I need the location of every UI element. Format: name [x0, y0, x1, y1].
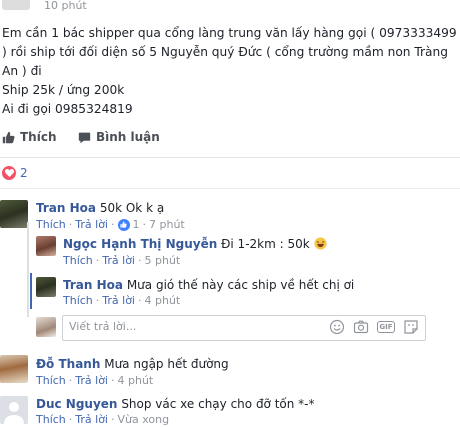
- comment-text: Mưa ngập hết đường: [104, 357, 229, 371]
- poster-avatar[interactable]: [2, 0, 30, 10]
- comment-reply-link[interactable]: Trả lời: [75, 374, 108, 387]
- comment-meta: Thích · Trả lời · Vừa xong: [36, 413, 170, 426]
- comment-meta: Thích · Trả lời · 4 phút: [63, 294, 181, 307]
- like-button[interactable]: Thích: [2, 130, 57, 144]
- thumbs-up-icon: [2, 131, 15, 143]
- comment-time[interactable]: 4 phút: [145, 294, 181, 307]
- comment-reply-link[interactable]: Trả lời: [75, 413, 108, 426]
- comment-label: Bình luận: [96, 130, 160, 144]
- comment-reply-link[interactable]: Trả lời: [102, 294, 135, 307]
- comment-meta: Thích · Trả lời · 4 phút: [36, 374, 154, 387]
- comment: Đỗ Thanh Mưa ngập hết đường: [36, 356, 229, 372]
- post-line: ) rồi ship tới đối diện số 5 Nguyễn quý …: [2, 45, 448, 59]
- post-header: 10 phút: [0, 0, 460, 14]
- reply-input[interactable]: Viết trả lời... GIF: [62, 315, 426, 341]
- comment-text: Đi 1-2km : 50k: [221, 237, 310, 251]
- like-label: Thích: [20, 130, 57, 144]
- comment-like-link[interactable]: Thích: [36, 413, 66, 426]
- comment-time[interactable]: 7 phút: [149, 218, 185, 231]
- comment-like-link[interactable]: Thích: [36, 374, 66, 387]
- comment-like-link[interactable]: Thích: [63, 254, 93, 267]
- comment-like-count[interactable]: 1: [133, 218, 140, 231]
- emoji-icon[interactable]: [329, 319, 345, 335]
- camera-icon[interactable]: [353, 319, 369, 335]
- post-timestamp[interactable]: 10 phút: [44, 0, 87, 12]
- reaction-count: 2: [20, 166, 28, 180]
- comment-button[interactable]: Bình luận: [78, 130, 160, 144]
- divider: [0, 157, 460, 158]
- comment-like-link[interactable]: Thích: [36, 218, 66, 231]
- comment-meta: Thích · Trả lời · 5 phút: [63, 254, 181, 267]
- comment-author[interactable]: Tran Hoa: [63, 278, 123, 292]
- comment-meta: Thích · Trả lời · 1 · 7 phút: [36, 218, 185, 231]
- comment-author[interactable]: Tran Hoa: [36, 201, 96, 215]
- comment: Duc Nguyen Shop vác xe chạy cho đỡ tốn *…: [36, 396, 315, 412]
- comment-text: Shop vác xe chạy cho đỡ tốn *-*: [121, 397, 315, 411]
- reply-placeholder: Viết trả lời...: [69, 320, 137, 333]
- comment-reply-link[interactable]: Trả lời: [102, 254, 135, 267]
- reaction-summary[interactable]: 2: [2, 164, 28, 182]
- comment-text: Mưa gió thế này các ship về hết chị ơi: [126, 278, 355, 292]
- post-body: Em cần 1 bác shipper qua cổng làng trung…: [2, 24, 457, 119]
- comment-time[interactable]: Vừa xong: [118, 413, 170, 426]
- post-line: Em cần 1 bác shipper qua cổng làng trung…: [2, 26, 457, 40]
- divider: [0, 188, 460, 189]
- comment-like-link[interactable]: Thích: [63, 294, 93, 307]
- comment-author[interactable]: Duc Nguyen: [36, 397, 117, 411]
- gif-icon[interactable]: GIF: [377, 321, 395, 333]
- reply: Ngọc Hạnh Thị Nguyễn Đi 1-2km : 50k: [63, 236, 327, 252]
- comment-reply-link[interactable]: Trả lời: [75, 218, 108, 231]
- avatar: [36, 317, 56, 337]
- comment-icon: [78, 132, 91, 143]
- comment-author[interactable]: Ngọc Hạnh Thị Nguyễn: [63, 237, 217, 251]
- avatar[interactable]: [36, 277, 56, 297]
- sticker-icon[interactable]: [403, 319, 419, 335]
- laughing-emoji-icon: [313, 237, 327, 250]
- reply-highlight-bar: [30, 273, 32, 309]
- comment-time[interactable]: 5 phút: [145, 254, 181, 267]
- avatar[interactable]: [36, 236, 56, 256]
- thread-line: [27, 222, 29, 317]
- post-actions: Thích Bình luận: [0, 130, 460, 152]
- post-line: Ai đi gọi 0985324819: [2, 102, 133, 116]
- avatar[interactable]: [0, 200, 28, 228]
- comment-time[interactable]: 4 phút: [118, 374, 154, 387]
- comment-text: 50k Ok k ạ: [99, 201, 165, 215]
- heart-icon: [2, 166, 16, 180]
- comment: Tran Hoa 50k Ok k ạ: [36, 200, 164, 216]
- like-badge-icon: [117, 218, 130, 231]
- avatar[interactable]: [0, 396, 28, 424]
- reply: Tran Hoa Mưa gió thế này các ship về hết…: [63, 277, 354, 293]
- post-line: An ) đi: [2, 64, 42, 78]
- avatar[interactable]: [0, 355, 28, 383]
- post-line: Ship 25k / ứng 200k: [2, 83, 125, 97]
- comment-author[interactable]: Đỗ Thanh: [36, 357, 100, 371]
